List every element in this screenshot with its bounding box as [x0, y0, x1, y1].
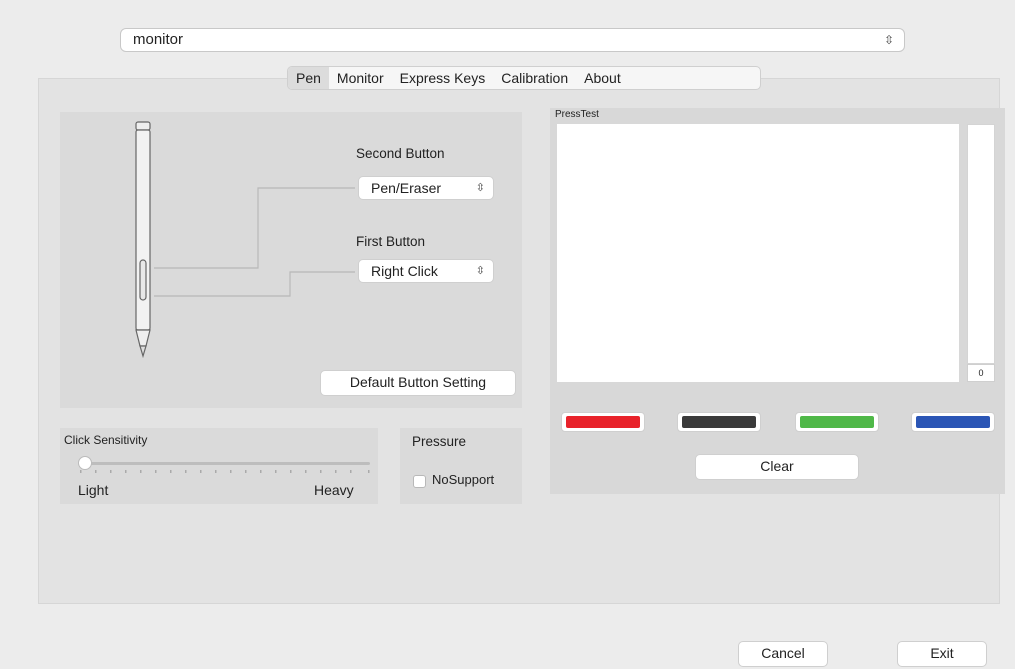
sensitivity-heavy-label: Heavy [314, 482, 354, 498]
presstest-canvas[interactable] [557, 124, 959, 382]
tab-express-keys[interactable]: Express Keys [392, 67, 494, 89]
color-black-button[interactable] [677, 412, 761, 432]
default-button-setting-button[interactable]: Default Button Setting [320, 370, 516, 396]
pressure-level-bar [967, 124, 995, 364]
tab-monitor[interactable]: Monitor [329, 67, 392, 89]
sensitivity-light-label: Light [78, 482, 109, 498]
first-button-select[interactable]: Right Click ⇳ [358, 259, 494, 283]
device-select[interactable]: monitor ⇳ [120, 28, 905, 52]
clear-button[interactable]: Clear [695, 454, 859, 480]
pressure-label: Pressure [412, 434, 467, 449]
tab-bar: Pen Monitor Express Keys Calibration Abo… [287, 66, 761, 90]
second-button-label: Second Button [356, 146, 445, 161]
first-button-value: Right Click [371, 263, 438, 279]
sensitivity-slider-thumb[interactable] [78, 456, 92, 470]
color-green-swatch [800, 416, 874, 428]
nosupport-label: NoSupport [432, 472, 495, 487]
device-select-value: monitor [133, 31, 184, 48]
updown-chevron-icon: ⇳ [475, 265, 485, 277]
first-button-label: First Button [356, 234, 426, 249]
color-red-swatch [566, 416, 640, 428]
nosupport-checkbox[interactable] [413, 475, 426, 488]
button-connector-lines [154, 187, 355, 297]
sensitivity-track [80, 462, 370, 465]
tab-pen[interactable]: Pen [288, 67, 329, 89]
pressure-value: 0 [967, 364, 995, 382]
color-red-button[interactable] [561, 412, 645, 432]
second-button-select[interactable]: Pen/Eraser ⇳ [358, 176, 494, 200]
updown-chevron-icon: ⇳ [883, 33, 894, 47]
tab-calibration[interactable]: Calibration [493, 67, 576, 89]
color-black-swatch [682, 416, 756, 428]
exit-button[interactable]: Exit [897, 641, 987, 667]
click-sensitivity-label: Click Sensitivity [64, 433, 148, 447]
color-green-button[interactable] [795, 412, 879, 432]
updown-chevron-icon: ⇳ [475, 182, 485, 194]
second-button-value: Pen/Eraser [371, 180, 442, 196]
color-blue-button[interactable] [911, 412, 995, 432]
color-blue-swatch [916, 416, 990, 428]
sensitivity-ticks [80, 470, 370, 473]
tab-about[interactable]: About [576, 67, 629, 89]
cancel-button[interactable]: Cancel [738, 641, 828, 667]
presstest-label: PressTest [555, 109, 599, 120]
